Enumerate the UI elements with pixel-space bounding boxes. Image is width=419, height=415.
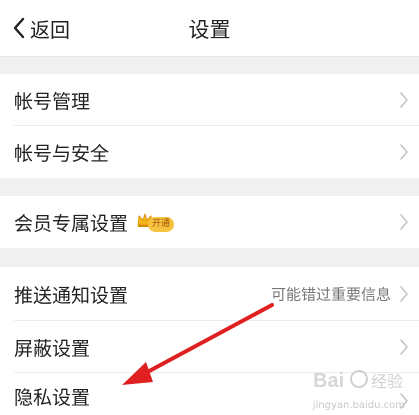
chevron-right-icon: [400, 144, 408, 160]
settings-item-label: 屏蔽设置: [14, 337, 91, 360]
settings-item-label: 帐号与安全: [14, 142, 110, 165]
settings-item-label: 帐号管理: [14, 90, 91, 113]
vip-badge: 开通: [136, 211, 178, 233]
settings-item-hint: 可能错过重要信息: [270, 285, 391, 304]
settings-item-label: 隐私设置: [14, 387, 91, 409]
settings-item-push-notifications[interactable]: 推送通知设置 可能错过重要信息: [0, 267, 419, 321]
vip-open-badge: 开通: [148, 217, 175, 232]
settings-item-account-management[interactable]: 帐号管理: [0, 74, 419, 126]
svg-text:经验: 经验: [371, 372, 403, 391]
watermark-logo: Bai 经验: [313, 370, 403, 392]
settings-item-vip-settings[interactable]: 会员专属设置 开通: [0, 196, 419, 248]
svg-text:Bai: Bai: [313, 370, 344, 392]
settings-item-account-security[interactable]: 帐号与安全: [0, 126, 419, 178]
page-title: 设置: [188, 18, 231, 42]
section-gap: [0, 248, 419, 267]
nav-bar: 返回 设置: [0, 0, 419, 57]
chevron-right-icon: [400, 92, 408, 108]
chevron-right-icon: [400, 214, 408, 230]
settings-item-label: 会员专属设置: [14, 212, 129, 235]
settings-item-label: 推送通知设置: [14, 284, 129, 307]
watermark-url: jingyan.baidu.com: [312, 400, 405, 411]
chevron-right-icon: [400, 286, 408, 302]
chevron-right-icon: [400, 339, 408, 355]
section-gap: [0, 57, 419, 74]
section-gap: [0, 178, 419, 196]
